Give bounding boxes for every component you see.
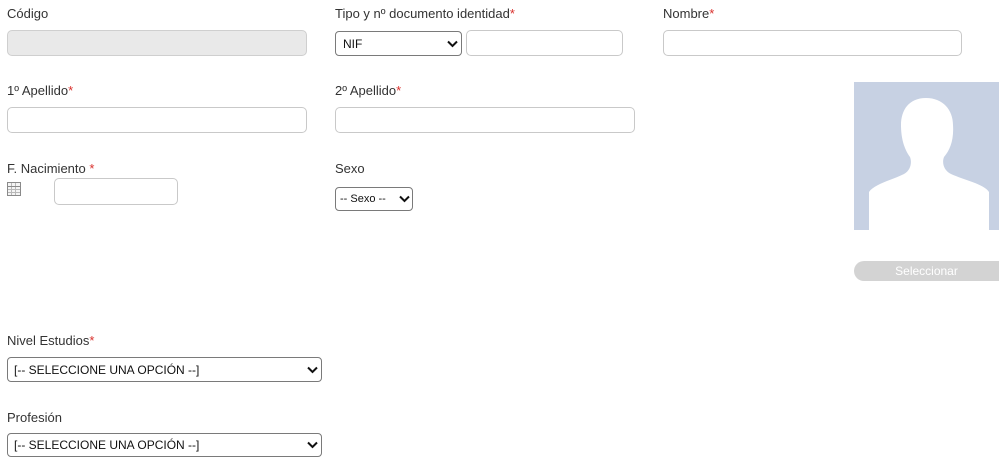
avatar-silhouette-icon	[869, 98, 989, 230]
sexo-value: -- Sexo --	[340, 193, 386, 205]
numero-documento-input[interactable]	[466, 30, 623, 56]
tipo-documento-select[interactable]: NIF	[335, 31, 462, 56]
nombre-label: Nombre*	[663, 6, 715, 21]
apellido2-label: 2º Apellido*	[335, 83, 402, 98]
sexo-label: Sexo	[335, 161, 365, 176]
codigo-label: Código	[7, 6, 49, 21]
nivel-estudios-select[interactable]: [-- SELECCIONE UNA OPCIÓN --]	[7, 357, 322, 382]
profesion-select[interactable]: [-- SELECCIONE UNA OPCIÓN --]	[7, 433, 322, 457]
codigo-input[interactable]	[7, 30, 307, 56]
chevron-down-icon	[443, 40, 461, 48]
seleccionar-photo-button[interactable]: Seleccionar	[854, 261, 999, 281]
chevron-down-icon	[303, 366, 321, 374]
sexo-select[interactable]: -- Sexo --	[335, 187, 413, 211]
profesion-label: Profesión	[7, 410, 62, 425]
apellido2-input[interactable]	[335, 107, 635, 133]
nivel-estudios-value: [-- SELECCIONE UNA OPCIÓN --]	[14, 362, 200, 377]
nombre-input[interactable]	[663, 30, 962, 56]
tipo-documento-value: NIF	[343, 36, 363, 51]
apellido1-input[interactable]	[7, 107, 307, 133]
calendar-icon[interactable]	[7, 182, 21, 196]
nacimiento-label: F. Nacimiento *	[7, 161, 95, 176]
nivel-estudios-label: Nivel Estudios*	[7, 333, 95, 348]
profile-photo	[854, 82, 999, 230]
profesion-value: [-- SELECCIONE UNA OPCIÓN --]	[14, 438, 200, 452]
tipo-documento-label: Tipo y nº documento identidad*	[335, 6, 515, 21]
chevron-down-icon	[303, 441, 321, 449]
apellido1-label: 1º Apellido*	[7, 83, 74, 98]
chevron-down-icon	[396, 195, 412, 203]
nacimiento-input[interactable]	[54, 178, 178, 205]
